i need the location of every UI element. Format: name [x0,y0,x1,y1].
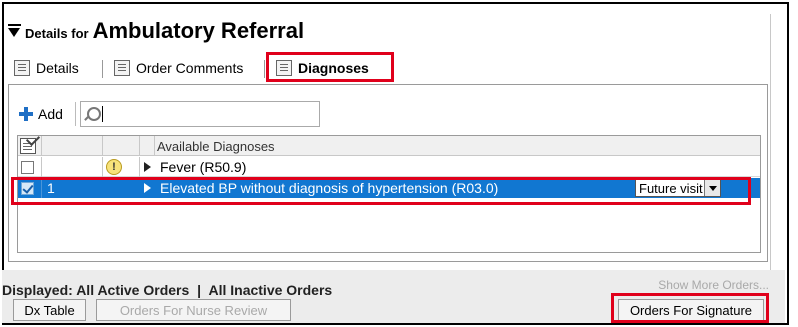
diagnoses-tab-highlight [266,52,394,82]
tab-divider [102,60,103,78]
details-icon [14,60,30,76]
orders-for-nurse-review-button: Orders For Nurse Review [96,299,291,321]
available-diagnoses-header[interactable]: Available Diagnoses [155,136,760,156]
header-select-cell[interactable] [18,136,42,156]
search-icon [84,106,101,122]
diagnosis-cell[interactable]: Fever (R50.9) [140,157,760,177]
row-number [42,157,103,177]
selected-row-highlight [11,177,751,205]
displayed-prefix: Displayed: [2,282,73,298]
tab-details[interactable]: Details [8,56,85,80]
row-checkbox[interactable] [21,160,34,174]
search-input[interactable] [79,101,320,127]
diagnosis-label: Fever (R50.9) [160,159,247,175]
diagnoses-toolbar: Add [19,101,320,127]
grid-header-row: Available Diagnoses [18,136,760,156]
signature-button-highlight [611,293,769,323]
add-button[interactable]: Add [19,106,63,122]
text-caret [101,106,103,122]
add-button-label: Add [38,106,63,122]
toolbar-divider [74,102,76,126]
collapse-icon[interactable] [8,24,21,38]
inactive-orders-link[interactable]: All Inactive Orders [208,282,332,298]
filter-separator: | [197,282,202,298]
comments-icon [114,60,130,76]
order-title: Ambulatory Referral [92,18,305,43]
warning-icon[interactable]: ! [106,159,122,175]
row-warning-cell: ! [103,157,140,177]
displayed-filter: Displayed: All Active Orders | All Inact… [2,282,332,298]
details-header: Details for Ambulatory Referral [8,12,304,46]
row-select-cell[interactable] [18,157,42,177]
tab-order-comments[interactable]: Order Comments [108,56,249,80]
header-warning-cell [103,136,140,156]
expand-icon[interactable] [144,162,151,172]
diagnoses-panel: Add Available Diagnoses ! Fever (R50.9) … [8,84,768,262]
details-for-label: Details for [25,26,89,41]
table-row[interactable]: ! Fever (R50.9) [18,157,760,177]
show-more-orders-link[interactable]: Show More Orders... [658,278,769,292]
plus-icon [19,107,33,121]
header-expand-cell [140,136,155,156]
tab-details-label: Details [36,60,79,76]
tab-divider [264,60,265,78]
tab-order-comments-label: Order Comments [136,60,244,76]
dx-table-button[interactable]: Dx Table [13,299,86,321]
active-orders-link[interactable]: All Active Orders [76,282,189,298]
header-number-cell [42,136,103,156]
select-all-icon[interactable] [20,138,36,154]
tab-bar: Details Order Comments Diagnoses [8,52,778,82]
